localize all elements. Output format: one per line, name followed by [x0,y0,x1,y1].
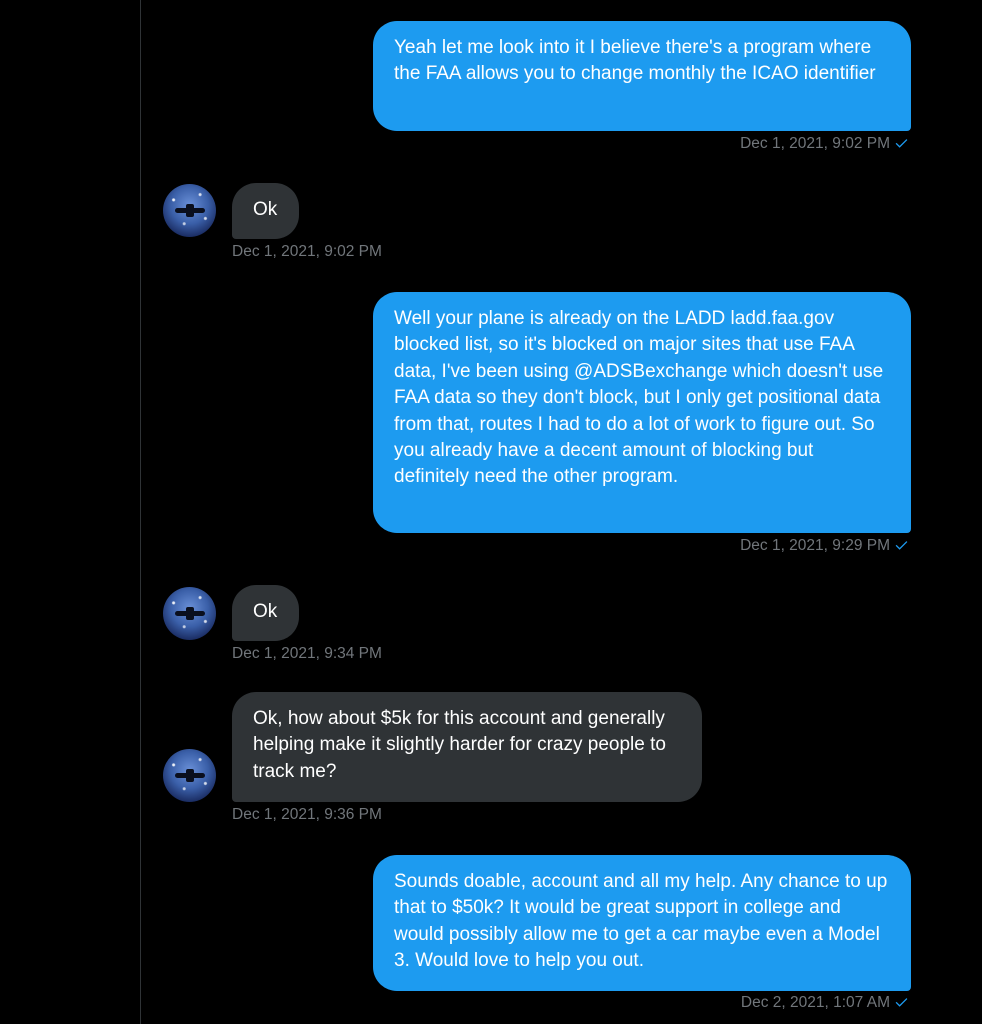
timestamp-text: Dec 1, 2021, 9:02 PM [740,135,890,152]
avatar[interactable] [163,184,216,237]
timestamp-text: Dec 2, 2021, 1:07 AM [740,994,890,1011]
message-timestamp: Dec 2, 2021, 1:07 AM [741,994,909,1012]
message-timestamp: Dec 1, 2021, 9:29 PM [740,537,909,555]
timestamp-text: Dec 1, 2021, 9:02 PM [232,243,382,260]
timestamp-text: Dec 1, 2021, 9:34 PM [232,645,382,662]
checkmark-icon [895,541,908,550]
sidebar-divider [140,0,141,1024]
message-bubble-sent[interactable]: Well your plane is already on the LADD l… [373,292,911,533]
message-bubble-sent[interactable]: Yeah let me look into it I believe there… [373,21,911,131]
timestamp-text: Dec 1, 2021, 9:29 PM [740,537,890,554]
avatar[interactable] [163,587,216,640]
checkmark-icon [895,998,908,1007]
message-bubble-received[interactable]: Ok [232,585,299,641]
message-bubble-sent[interactable]: Sounds doable, account and all my help. … [373,855,911,991]
message-bubble-received[interactable]: Ok, how about $5k for this account and g… [232,692,702,802]
message-bubble-received[interactable]: Ok [232,183,299,239]
message-timestamp: Dec 1, 2021, 9:34 PM [232,645,382,663]
message-timestamp: Dec 1, 2021, 9:36 PM [232,806,382,824]
message-timestamp: Dec 1, 2021, 9:02 PM [232,243,382,261]
plane-silhouette [175,607,205,620]
plane-silhouette [175,769,205,782]
checkmark-icon [895,139,908,148]
avatar[interactable] [163,749,216,802]
message-timestamp: Dec 1, 2021, 9:02 PM [740,135,909,153]
timestamp-text: Dec 1, 2021, 9:36 PM [232,806,382,823]
plane-silhouette [175,204,205,217]
